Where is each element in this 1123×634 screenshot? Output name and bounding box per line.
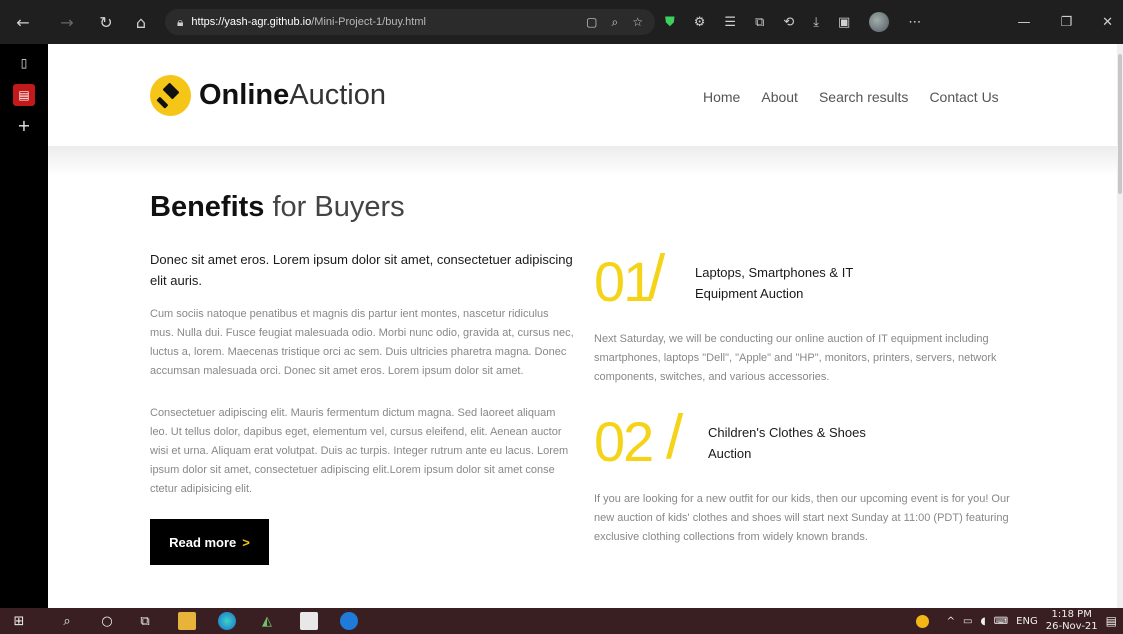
refresh-icon[interactable]: ↻ [91, 13, 121, 32]
item-number-2: 02 [594, 410, 654, 473]
scroll-thumb[interactable] [1118, 54, 1122, 194]
taskbar: ⊞ ⌕ ○ ⧉ ◭ ^ ▭ ◖ ⌨ ENG 1:18 PM 26-Nov-21 ▤ [0, 608, 1123, 634]
home-icon[interactable]: ⌂ [126, 13, 156, 32]
system-tray: ^ ▭ ◖ ⌨ ENG 1:18 PM 26-Nov-21 ▤ [915, 608, 1123, 634]
task-view-icon[interactable]: ⧉ [136, 612, 154, 630]
header-shadow [48, 146, 1117, 176]
volume-icon[interactable]: ◖ [980, 616, 985, 627]
gavel-icon [150, 75, 191, 116]
download-icon[interactable]: ⤓ [813, 15, 819, 30]
search-icon[interactable]: ⌕ [58, 612, 76, 630]
mail-icon[interactable] [340, 612, 358, 630]
site-header: OnlineAuction Home About Search results … [48, 44, 1117, 146]
favorite-icon[interactable]: ☆ [632, 15, 643, 30]
keyboard-icon[interactable]: ⌨ [994, 616, 1008, 627]
url-path: /Mini-Project-1/buy.html [311, 16, 426, 28]
minimize-icon[interactable]: — [1017, 15, 1030, 30]
forward-arrow-icon[interactable]: → [52, 13, 82, 32]
menu-item-home[interactable]: Home [703, 89, 740, 105]
back-arrow-icon[interactable]: ← [8, 13, 38, 32]
body-paragraph-2: Consectetuer adipiscing elit. Mauris fer… [150, 407, 569, 495]
read-more-button[interactable]: Read more > [150, 519, 269, 565]
web-page: OnlineAuction Home About Search results … [48, 44, 1117, 608]
language-indicator[interactable]: ENG [1016, 616, 1038, 627]
action-center-icon[interactable]: ▤ [1106, 614, 1117, 628]
url-host: https://yash-agr.github.io [191, 16, 312, 28]
store-icon[interactable] [300, 612, 318, 630]
address-bar[interactable]: 🔒︎ https://yash-agr.github.io/Mini-Proje… [165, 9, 655, 35]
page-scrollbar[interactable] [1117, 44, 1123, 608]
cortana-icon[interactable]: ○ [98, 612, 116, 630]
lead-text: Donec sit amet eros. Lorem ipsum dolor s… [150, 252, 573, 288]
notification-dot-icon[interactable] [915, 614, 929, 628]
toolbar-icons: ⛊ ⚙︎ ☰ ⧉ ⟲ ⤓ ▣ ⋯ [665, 0, 921, 44]
new-tab-icon[interactable]: + [13, 114, 35, 136]
app-icon[interactable]: ◭ [258, 612, 276, 630]
address-bar-actions: ▢ ⌕ ☆ [586, 15, 655, 30]
profile-avatar[interactable] [869, 12, 890, 32]
clock[interactable]: 1:18 PM 26-Nov-21 [1046, 609, 1098, 633]
lock-icon: 🔒︎ [177, 14, 184, 29]
screenshot-icon[interactable]: ▣ [838, 15, 850, 30]
browser-sidebar: ▯ ▤ + [0, 44, 48, 608]
close-icon[interactable]: ✕ [1102, 15, 1113, 30]
title-bold: Benefits [150, 191, 265, 223]
reader-icon[interactable]: ▢ [586, 15, 597, 30]
title-light: for Buyers [264, 191, 405, 223]
menu-item-about[interactable]: About [761, 89, 798, 105]
logo-light: Auction [289, 79, 386, 111]
read-more-label: Read more [169, 534, 237, 550]
file-explorer-icon[interactable] [178, 612, 196, 630]
item-desc-2: If you are looking for a new outfit for … [594, 493, 1010, 543]
tray-chevron-icon[interactable]: ^ [947, 616, 955, 627]
body-paragraph-1: Cum sociis natoque penatibus et magnis d… [150, 308, 574, 377]
windows-start-icon[interactable]: ⊞ [10, 612, 28, 630]
history-icon[interactable]: ⟲ [783, 15, 794, 30]
item-desc-1: Next Saturday, we will be conducting our… [594, 333, 997, 383]
logo-text: OnlineAuction [199, 79, 386, 112]
main-menu: Home About Search results Contact Us [703, 89, 999, 105]
site-logo[interactable]: OnlineAuction [150, 75, 386, 116]
menu-item-contact-us[interactable]: Contact Us [929, 89, 998, 105]
zoom-icon[interactable]: ⌕ [612, 15, 619, 30]
edge-icon[interactable] [218, 612, 236, 630]
shield-icon[interactable]: ⛊ [665, 15, 675, 30]
item-slash-1: / [648, 243, 666, 312]
extensions-icon[interactable]: ⚙︎ [694, 15, 706, 30]
browser-toolbar: ← → ↻ ⌂ 🔒︎ https://yash-agr.github.io/Mi… [0, 0, 1123, 44]
chevron-right-icon: > [242, 534, 250, 550]
favorites-icon[interactable]: ☰ [724, 15, 736, 30]
item-slash-2: / [666, 403, 684, 472]
menu-item-search-results[interactable]: Search results [819, 89, 908, 105]
clock-date: 26-Nov-21 [1045, 621, 1098, 632]
window-controls: — ❐ ✕ [1017, 0, 1123, 44]
item-title-2: Children's Clothes & Shoes Auction [708, 425, 866, 461]
clock-time: 1:18 PM [1051, 609, 1092, 620]
url-text: https://yash-agr.github.io/Mini-Project-… [191, 16, 426, 28]
item-title-1: Laptops, Smartphones & IT Equipment Auct… [695, 265, 854, 301]
pdf-tab-icon[interactable]: ▤ [13, 84, 35, 106]
network-icon[interactable]: ▭ [963, 616, 972, 627]
page-title: Benefits for Buyers [150, 191, 405, 224]
collections-icon[interactable]: ⧉ [755, 15, 764, 30]
more-icon[interactable]: ⋯ [908, 15, 921, 30]
item-number-1: 01 [594, 250, 654, 313]
logo-bold: Online [199, 79, 290, 111]
restore-icon[interactable]: ❐ [1060, 15, 1072, 30]
tab-actions-icon[interactable]: ▯ [13, 52, 35, 74]
